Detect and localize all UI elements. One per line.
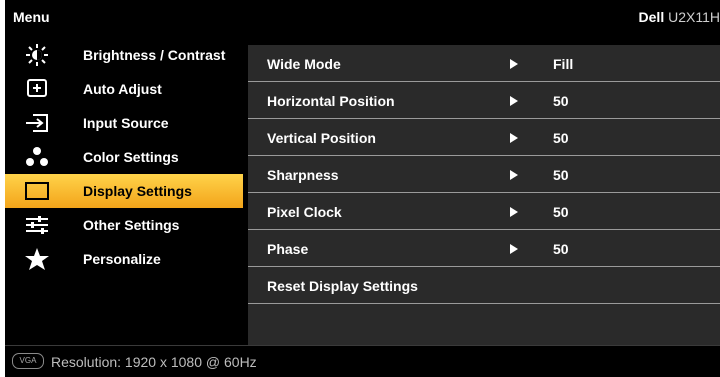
setting-label: Phase	[267, 241, 309, 257]
sidebar-item-label: Other Settings	[83, 217, 180, 233]
setting-value: 50	[553, 93, 569, 109]
sidebar-item-label: Color Settings	[83, 149, 179, 165]
arrow-right-icon	[510, 96, 518, 106]
setting-label: Sharpness	[267, 167, 339, 183]
sidebar-item-display-settings[interactable]: Display Settings	[5, 174, 243, 208]
sidebar-item-label: Personalize	[83, 251, 161, 267]
sidebar-item-brightness-contrast[interactable]: Brightness / Contrast	[5, 38, 243, 72]
title-bar: Menu Dell U2X11H	[5, 0, 720, 33]
setting-row-reset-display-settings[interactable]: Reset Display Settings	[248, 267, 720, 304]
sidebar-item-auto-adjust[interactable]: Auto Adjust	[5, 72, 243, 106]
setting-value: 50	[553, 130, 569, 146]
arrow-right-icon	[510, 244, 518, 254]
brand-label: Dell U2X11H	[639, 9, 720, 25]
setting-label: Wide Mode	[267, 56, 341, 72]
sidebar-item-label: Input Source	[83, 115, 169, 131]
vga-connector-icon: VGA	[12, 353, 44, 369]
sidebar-item-label: Auto Adjust	[83, 81, 162, 97]
resolution-readout: Resolution: 1920 x 1080 @ 60Hz	[51, 354, 257, 370]
brand-name: Dell	[638, 9, 665, 25]
sidebar-item-personalize[interactable]: Personalize	[5, 242, 243, 276]
sidebar: Brightness / Contrast Auto Adjust Input …	[5, 33, 243, 345]
star-icon	[23, 247, 51, 271]
sidebar-item-label: Display Settings	[83, 183, 192, 199]
color-settings-icon	[23, 145, 51, 169]
setting-label: Pixel Clock	[267, 204, 342, 220]
auto-adjust-icon	[23, 77, 51, 101]
setting-value: 50	[553, 167, 569, 183]
arrow-right-icon	[510, 170, 518, 180]
sidebar-item-other-settings[interactable]: Other Settings	[5, 208, 243, 242]
input-source-icon	[23, 111, 51, 135]
sidebar-item-input-source[interactable]: Input Source	[5, 106, 243, 140]
model-name: U2X11H	[668, 9, 720, 25]
arrow-right-icon	[510, 133, 518, 143]
setting-row-horizontal-position[interactable]: Horizontal Position 50	[248, 82, 720, 119]
menu-title: Menu	[13, 9, 50, 25]
setting-value: 50	[553, 204, 569, 220]
settings-panel: Wide Mode Fill Horizontal Position 50 Ve…	[248, 45, 720, 345]
setting-row-phase[interactable]: Phase 50	[248, 230, 720, 267]
setting-value: 50	[553, 241, 569, 257]
sidebar-item-label: Brightness / Contrast	[83, 47, 226, 63]
other-settings-icon	[23, 213, 51, 237]
sidebar-item-color-settings[interactable]: Color Settings	[5, 140, 243, 174]
display-settings-icon	[23, 179, 51, 203]
setting-label: Horizontal Position	[267, 93, 395, 109]
setting-row-sharpness[interactable]: Sharpness 50	[248, 156, 720, 193]
status-footer: VGA Resolution: 1920 x 1080 @ 60Hz	[5, 345, 720, 377]
brightness-icon	[23, 43, 51, 67]
setting-value: Fill	[553, 56, 574, 72]
arrow-right-icon	[510, 207, 518, 217]
setting-label: Reset Display Settings	[267, 278, 418, 294]
arrow-right-icon	[510, 59, 518, 69]
setting-row-vertical-position[interactable]: Vertical Position 50	[248, 119, 720, 156]
osd-menu: Menu Dell U2X11H Brightness / Contrast A…	[5, 0, 720, 377]
setting-row-wide-mode[interactable]: Wide Mode Fill	[248, 45, 720, 82]
setting-label: Vertical Position	[267, 130, 376, 146]
setting-row-pixel-clock[interactable]: Pixel Clock 50	[248, 193, 720, 230]
